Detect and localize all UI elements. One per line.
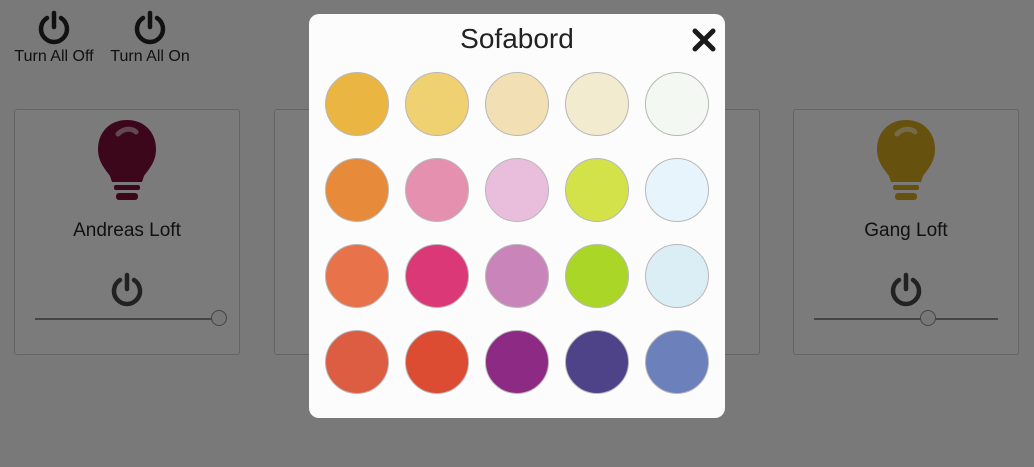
color-swatch[interactable]: [325, 72, 389, 136]
color-swatch[interactable]: [325, 330, 389, 394]
color-swatch[interactable]: [645, 330, 709, 394]
color-swatch[interactable]: [485, 330, 549, 394]
color-swatch[interactable]: [405, 330, 469, 394]
color-picker-modal: Sofabord: [309, 14, 725, 418]
color-swatch[interactable]: [645, 244, 709, 308]
color-swatch[interactable]: [565, 244, 629, 308]
color-swatch[interactable]: [565, 330, 629, 394]
color-swatch[interactable]: [645, 158, 709, 222]
color-swatch[interactable]: [405, 244, 469, 308]
color-swatch[interactable]: [485, 158, 549, 222]
color-swatch[interactable]: [565, 72, 629, 136]
color-swatch[interactable]: [485, 72, 549, 136]
modal-title: Sofabord: [460, 23, 574, 54]
color-swatch[interactable]: [645, 72, 709, 136]
color-swatch[interactable]: [565, 158, 629, 222]
color-swatch[interactable]: [405, 72, 469, 136]
color-swatch[interactable]: [405, 158, 469, 222]
color-swatch[interactable]: [485, 244, 549, 308]
color-swatch[interactable]: [325, 244, 389, 308]
close-icon[interactable]: [691, 27, 717, 53]
color-swatch[interactable]: [325, 158, 389, 222]
